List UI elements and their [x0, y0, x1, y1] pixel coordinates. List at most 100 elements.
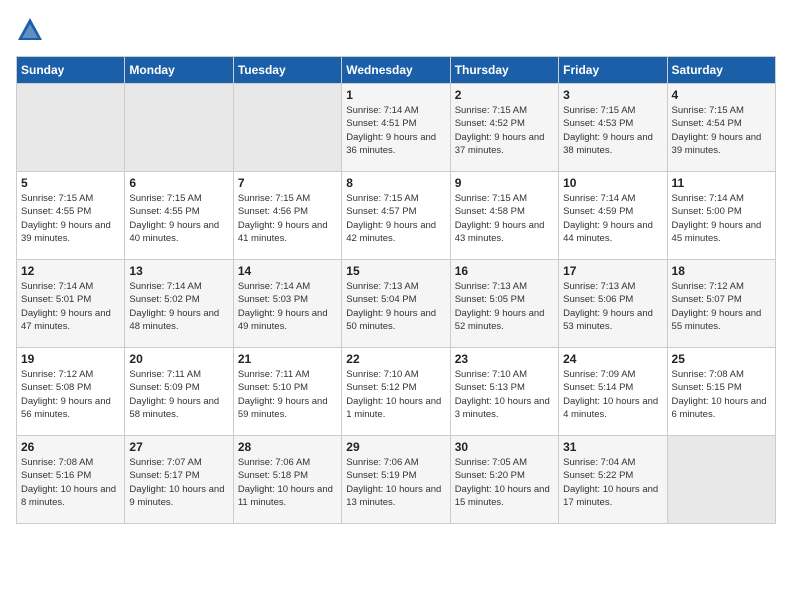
day-info: Sunrise: 7:14 AM Sunset: 5:00 PM Dayligh…	[672, 192, 771, 245]
day-info: Sunrise: 7:15 AM Sunset: 4:55 PM Dayligh…	[129, 192, 228, 245]
day-info: Sunrise: 7:08 AM Sunset: 5:15 PM Dayligh…	[672, 368, 771, 421]
day-number: 4	[672, 88, 771, 102]
calendar-week-5: 26Sunrise: 7:08 AM Sunset: 5:16 PM Dayli…	[17, 436, 776, 524]
day-number: 24	[563, 352, 662, 366]
calendar-cell: 1 Sunrise: 7:14 AM Sunset: 4:51 PM Daylig…	[342, 84, 450, 172]
day-info: Sunrise: 7:08 AM Sunset: 5:16 PM Dayligh…	[21, 456, 120, 509]
logo-icon	[16, 16, 44, 44]
weekday-header-monday: Monday	[125, 57, 233, 84]
day-info: Sunrise: 7:15 AM Sunset: 4:56 PM Dayligh…	[238, 192, 337, 245]
calendar-cell	[17, 84, 125, 172]
day-number: 5	[21, 176, 120, 190]
calendar-cell: 15 Sunrise: 7:13 AM Sunset: 5:04 PM Dayli…	[342, 260, 450, 348]
day-info: Sunrise: 7:06 AM Sunset: 5:18 PM Dayligh…	[238, 456, 337, 509]
day-info: Sunrise: 7:09 AM Sunset: 5:14 PM Dayligh…	[563, 368, 662, 421]
calendar-cell: 27 Sunrise: 7:07 AM Sunset: 5:17 PM Dayli…	[125, 436, 233, 524]
calendar-cell: 24 Sunrise: 7:09 AM Sunset: 5:14 PM Dayli…	[559, 348, 667, 436]
day-info: Sunrise: 7:15 AM Sunset: 4:58 PM Dayligh…	[455, 192, 554, 245]
day-number: 30	[455, 440, 554, 454]
calendar-body: 1 Sunrise: 7:14 AM Sunset: 4:51 PM Daylig…	[17, 84, 776, 524]
day-number: 6	[129, 176, 228, 190]
calendar-cell: 3 Sunrise: 7:15 AM Sunset: 4:53 PM Daylig…	[559, 84, 667, 172]
calendar-cell: 22 Sunrise: 7:10 AM Sunset: 5:12 PM Dayli…	[342, 348, 450, 436]
weekday-row: SundayMondayTuesdayWednesdayThursdayFrid…	[17, 57, 776, 84]
day-number: 14	[238, 264, 337, 278]
calendar-cell: 4 Sunrise: 7:15 AM Sunset: 4:54 PM Daylig…	[667, 84, 775, 172]
day-number: 17	[563, 264, 662, 278]
day-info: Sunrise: 7:11 AM Sunset: 5:09 PM Dayligh…	[129, 368, 228, 421]
calendar-cell: 11 Sunrise: 7:14 AM Sunset: 5:00 PM Dayli…	[667, 172, 775, 260]
day-info: Sunrise: 7:10 AM Sunset: 5:12 PM Dayligh…	[346, 368, 445, 421]
day-number: 15	[346, 264, 445, 278]
calendar-cell: 2 Sunrise: 7:15 AM Sunset: 4:52 PM Daylig…	[450, 84, 558, 172]
calendar-cell: 31 Sunrise: 7:04 AM Sunset: 5:22 PM Dayli…	[559, 436, 667, 524]
calendar-cell: 28Sunrise: 7:06 AM Sunset: 5:18 PM Dayli…	[233, 436, 341, 524]
day-number: 18	[672, 264, 771, 278]
day-number: 3	[563, 88, 662, 102]
day-number: 1	[346, 88, 445, 102]
calendar-cell: 17 Sunrise: 7:13 AM Sunset: 5:06 PM Dayli…	[559, 260, 667, 348]
weekday-header-sunday: Sunday	[17, 57, 125, 84]
day-info: Sunrise: 7:11 AM Sunset: 5:10 PM Dayligh…	[238, 368, 337, 421]
calendar-cell: 20 Sunrise: 7:11 AM Sunset: 5:09 PM Dayli…	[125, 348, 233, 436]
calendar-cell: 16Sunrise: 7:13 AM Sunset: 5:05 PM Dayli…	[450, 260, 558, 348]
day-info: Sunrise: 7:15 AM Sunset: 4:54 PM Dayligh…	[672, 104, 771, 157]
day-info: Sunrise: 7:15 AM Sunset: 4:55 PM Dayligh…	[21, 192, 120, 245]
day-info: Sunrise: 7:12 AM Sunset: 5:08 PM Dayligh…	[21, 368, 120, 421]
day-info: Sunrise: 7:14 AM Sunset: 4:51 PM Dayligh…	[346, 104, 445, 157]
calendar-cell: 26Sunrise: 7:08 AM Sunset: 5:16 PM Dayli…	[17, 436, 125, 524]
calendar-table: SundayMondayTuesdayWednesdayThursdayFrid…	[16, 56, 776, 524]
calendar-week-2: 5 Sunrise: 7:15 AM Sunset: 4:55 PM Daylig…	[17, 172, 776, 260]
calendar-cell: 9 Sunrise: 7:15 AM Sunset: 4:58 PM Daylig…	[450, 172, 558, 260]
day-info: Sunrise: 7:14 AM Sunset: 4:59 PM Dayligh…	[563, 192, 662, 245]
calendar-cell	[667, 436, 775, 524]
day-number: 25	[672, 352, 771, 366]
weekday-header-saturday: Saturday	[667, 57, 775, 84]
day-info: Sunrise: 7:10 AM Sunset: 5:13 PM Dayligh…	[455, 368, 554, 421]
calendar-cell: 19 Sunrise: 7:12 AM Sunset: 5:08 PM Dayli…	[17, 348, 125, 436]
day-number: 2	[455, 88, 554, 102]
day-info: Sunrise: 7:15 AM Sunset: 4:53 PM Dayligh…	[563, 104, 662, 157]
day-info: Sunrise: 7:06 AM Sunset: 5:19 PM Dayligh…	[346, 456, 445, 509]
day-info: Sunrise: 7:15 AM Sunset: 4:57 PM Dayligh…	[346, 192, 445, 245]
day-number: 13	[129, 264, 228, 278]
day-info: Sunrise: 7:14 AM Sunset: 5:03 PM Dayligh…	[238, 280, 337, 333]
weekday-header-wednesday: Wednesday	[342, 57, 450, 84]
day-number: 12	[21, 264, 120, 278]
day-number: 19	[21, 352, 120, 366]
calendar-cell: 6 Sunrise: 7:15 AM Sunset: 4:55 PM Daylig…	[125, 172, 233, 260]
day-number: 10	[563, 176, 662, 190]
calendar-cell: 12 Sunrise: 7:14 AM Sunset: 5:01 PM Dayli…	[17, 260, 125, 348]
day-info: Sunrise: 7:15 AM Sunset: 4:52 PM Dayligh…	[455, 104, 554, 157]
page-header	[16, 16, 776, 44]
day-number: 9	[455, 176, 554, 190]
day-number: 31	[563, 440, 662, 454]
calendar-cell: 29Sunrise: 7:06 AM Sunset: 5:19 PM Dayli…	[342, 436, 450, 524]
calendar-cell: 18Sunrise: 7:12 AM Sunset: 5:07 PM Dayli…	[667, 260, 775, 348]
logo	[16, 16, 48, 44]
weekday-header-tuesday: Tuesday	[233, 57, 341, 84]
day-info: Sunrise: 7:13 AM Sunset: 5:06 PM Dayligh…	[563, 280, 662, 333]
weekday-header-friday: Friday	[559, 57, 667, 84]
calendar-cell: 5 Sunrise: 7:15 AM Sunset: 4:55 PM Daylig…	[17, 172, 125, 260]
day-number: 22	[346, 352, 445, 366]
calendar-cell: 30 Sunrise: 7:05 AM Sunset: 5:20 PM Dayli…	[450, 436, 558, 524]
day-info: Sunrise: 7:07 AM Sunset: 5:17 PM Dayligh…	[129, 456, 228, 509]
day-info: Sunrise: 7:05 AM Sunset: 5:20 PM Dayligh…	[455, 456, 554, 509]
day-info: Sunrise: 7:04 AM Sunset: 5:22 PM Dayligh…	[563, 456, 662, 509]
calendar-cell: 7 Sunrise: 7:15 AM Sunset: 4:56 PM Daylig…	[233, 172, 341, 260]
calendar-header: SundayMondayTuesdayWednesdayThursdayFrid…	[17, 57, 776, 84]
day-info: Sunrise: 7:13 AM Sunset: 5:04 PM Dayligh…	[346, 280, 445, 333]
day-number: 27	[129, 440, 228, 454]
calendar-week-1: 1 Sunrise: 7:14 AM Sunset: 4:51 PM Daylig…	[17, 84, 776, 172]
day-number: 11	[672, 176, 771, 190]
calendar-cell: 14 Sunrise: 7:14 AM Sunset: 5:03 PM Dayli…	[233, 260, 341, 348]
calendar-cell: 10 Sunrise: 7:14 AM Sunset: 4:59 PM Dayli…	[559, 172, 667, 260]
calendar-cell: 13Sunrise: 7:14 AM Sunset: 5:02 PM Dayli…	[125, 260, 233, 348]
day-number: 16	[455, 264, 554, 278]
calendar-week-4: 19 Sunrise: 7:12 AM Sunset: 5:08 PM Dayli…	[17, 348, 776, 436]
day-number: 20	[129, 352, 228, 366]
day-info: Sunrise: 7:14 AM Sunset: 5:01 PM Dayligh…	[21, 280, 120, 333]
day-number: 7	[238, 176, 337, 190]
calendar-cell: 21Sunrise: 7:11 AM Sunset: 5:10 PM Dayli…	[233, 348, 341, 436]
